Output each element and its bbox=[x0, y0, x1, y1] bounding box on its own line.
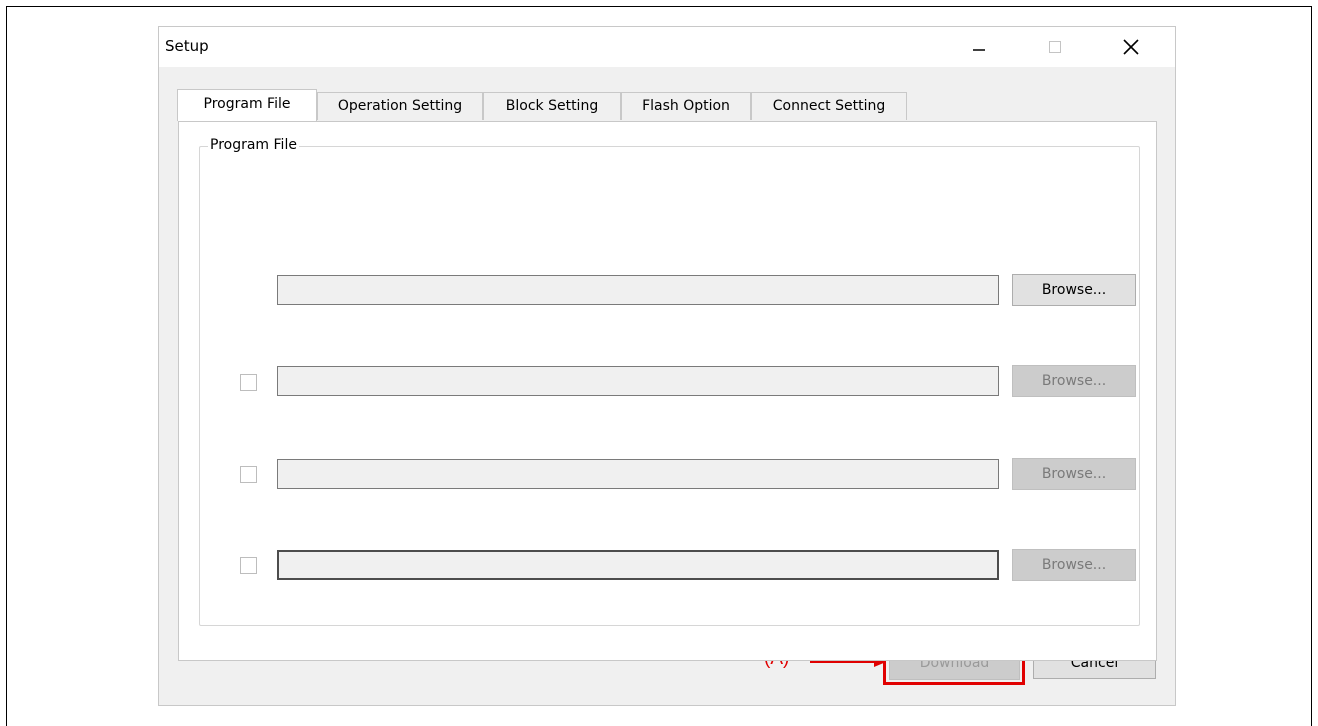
setup-dialog: Setup Program File Operation Setting Blo… bbox=[158, 26, 1176, 706]
group-label: Program File bbox=[208, 137, 299, 153]
program-file-checkbox-2[interactable] bbox=[240, 374, 257, 391]
browse-button-3[interactable]: Browse... bbox=[1012, 458, 1136, 490]
browse-button-2[interactable]: Browse... bbox=[1012, 365, 1136, 397]
program-file-checkbox-4[interactable] bbox=[240, 557, 257, 574]
window-title: Setup bbox=[165, 37, 209, 55]
program-file-path-2[interactable] bbox=[277, 366, 999, 396]
tab-label: Connect Setting bbox=[772, 98, 886, 114]
tab-operation-setting[interactable]: Operation Setting bbox=[317, 92, 483, 120]
tab-label: Flash Option bbox=[642, 98, 730, 114]
maximize-icon bbox=[1049, 41, 1061, 53]
tab-label: Program File bbox=[203, 96, 291, 112]
program-file-checkbox-3[interactable] bbox=[240, 466, 257, 483]
tab-block-setting[interactable]: Block Setting bbox=[483, 92, 621, 120]
maximize-button[interactable] bbox=[1040, 33, 1070, 61]
close-button[interactable] bbox=[1116, 33, 1146, 61]
program-file-path-3[interactable] bbox=[277, 459, 999, 489]
close-icon bbox=[1123, 39, 1139, 55]
browse-button-1[interactable]: Browse... bbox=[1012, 274, 1136, 306]
tab-label: Block Setting bbox=[505, 98, 599, 114]
program-file-path-4[interactable] bbox=[277, 550, 999, 580]
browse-button-4[interactable]: Browse... bbox=[1012, 549, 1136, 581]
tab-panel-program-file: Program File Browse... Browse... Browse.… bbox=[178, 121, 1157, 661]
program-file-path-1[interactable] bbox=[277, 275, 999, 305]
tab-connect-setting[interactable]: Connect Setting bbox=[751, 92, 907, 120]
title-bar: Setup bbox=[159, 27, 1175, 67]
tab-label: Operation Setting bbox=[337, 98, 463, 114]
minimize-icon bbox=[973, 49, 985, 51]
tab-flash-option[interactable]: Flash Option bbox=[621, 92, 751, 120]
minimize-button[interactable] bbox=[964, 33, 994, 61]
tab-program-file[interactable]: Program File bbox=[177, 89, 317, 121]
